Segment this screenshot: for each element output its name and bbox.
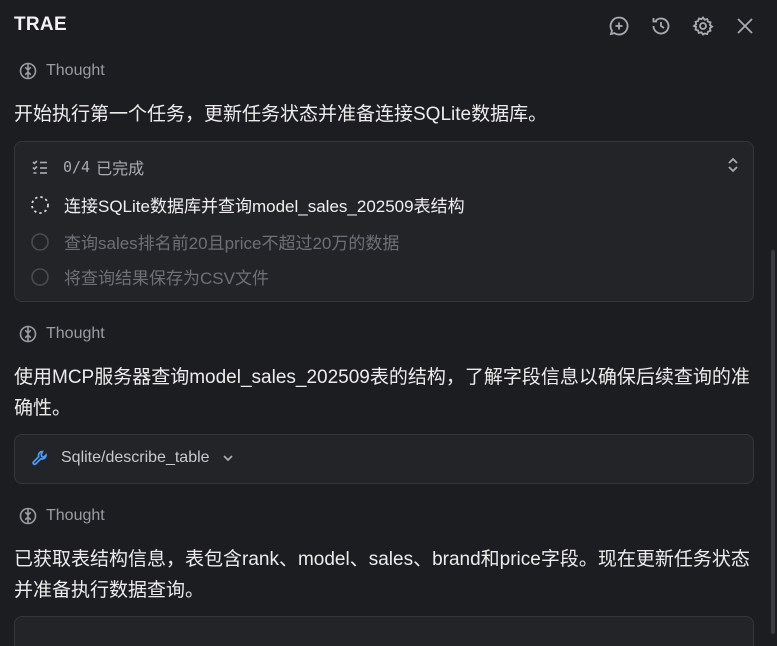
pending-circle-icon	[31, 232, 49, 251]
assistant-message: 开始执行第一个任务，更新任务状态并准备连接SQLite数据库。	[14, 104, 548, 125]
task-list-card	[14, 616, 754, 646]
task-progress-count: 0/4	[63, 158, 91, 176]
header-actions	[605, 12, 759, 40]
gear-icon	[692, 16, 714, 36]
chevron-down-icon	[222, 455, 233, 462]
scrollbar[interactable]	[771, 250, 775, 634]
app-title: TRAE	[14, 14, 67, 35]
thought-toggle[interactable]: Thought	[19, 325, 105, 343]
tool-call-toggle[interactable]: Sqlite/describe_table	[31, 449, 234, 467]
close-button[interactable]	[731, 12, 759, 40]
history-button[interactable]	[647, 12, 675, 40]
panel-header: TRAE	[0, 0, 777, 52]
thought-label: Thought	[46, 507, 105, 524]
task-progress: 0/4 已完成	[31, 155, 144, 179]
task-list-card: 0/4 已完成 连接SQLite数据库并查询model_sales_202509…	[14, 141, 754, 302]
thought-toggle[interactable]: Thought	[19, 507, 105, 525]
chevron-up-down-icon	[728, 157, 738, 173]
thought-toggle[interactable]: Thought	[19, 62, 105, 80]
new-chat-button[interactable]	[605, 12, 633, 40]
task-item-label: 将查询结果保存为CSV文件	[64, 269, 269, 288]
close-icon	[737, 18, 753, 34]
task-item-label: 连接SQLite数据库并查询model_sales_202509表结构	[64, 197, 465, 216]
brain-icon	[19, 507, 37, 525]
wrench-icon	[32, 450, 47, 466]
checklist-icon	[32, 160, 47, 174]
expand-toggle[interactable]	[723, 154, 743, 176]
history-icon	[652, 17, 670, 35]
task-item[interactable]: 查询sales排名前20且price不超过20万的数据	[30, 229, 399, 254]
thought-label: Thought	[46, 62, 105, 79]
new-chat-icon	[609, 16, 629, 36]
loading-spinner-icon	[31, 195, 49, 214]
pending-circle-icon	[31, 267, 49, 286]
tool-call-label: Sqlite/describe_table	[61, 449, 210, 466]
assistant-message: 已获取表结构信息，表包含rank、model、sales、brand和price…	[14, 549, 750, 601]
task-progress-label: 已完成	[96, 161, 145, 178]
thought-label: Thought	[46, 325, 105, 342]
brain-icon	[19, 325, 37, 343]
task-item-label: 查询sales排名前20且price不超过20万的数据	[64, 234, 400, 253]
task-item[interactable]: 连接SQLite数据库并查询model_sales_202509表结构	[30, 192, 465, 217]
brain-icon	[19, 62, 37, 80]
assistant-message: 使用MCP服务器查询model_sales_202509表的结构，了解字段信息以…	[14, 367, 750, 419]
settings-button[interactable]	[689, 12, 717, 40]
tool-call-card[interactable]: Sqlite/describe_table	[14, 434, 754, 484]
task-item[interactable]: 将查询结果保存为CSV文件	[30, 264, 269, 289]
